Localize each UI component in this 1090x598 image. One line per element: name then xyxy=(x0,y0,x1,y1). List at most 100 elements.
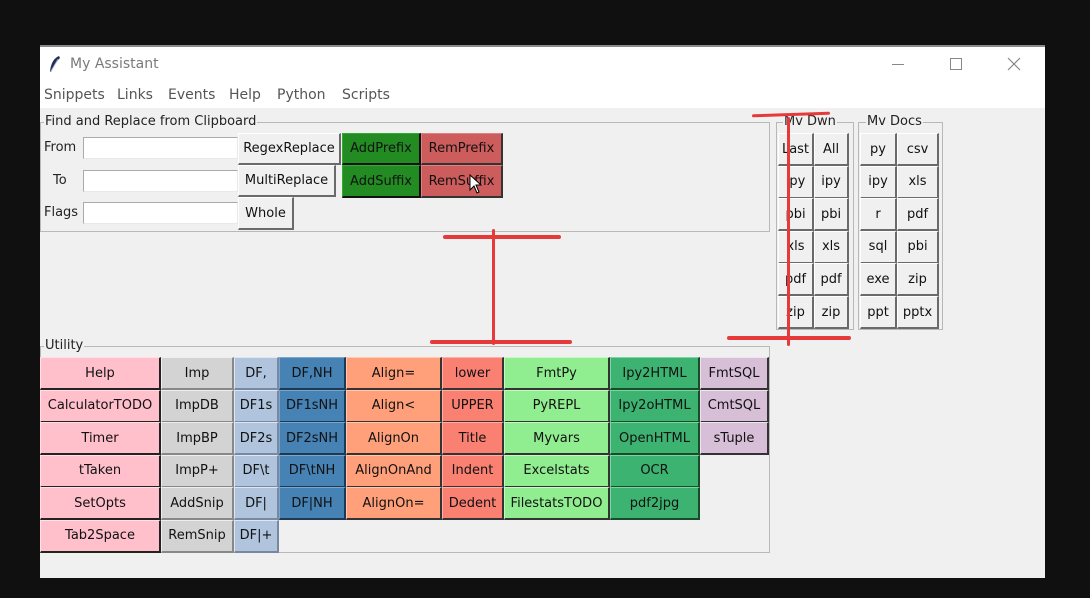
utility-button[interactable]: DF1sNH xyxy=(279,389,346,423)
utility-title: Utility xyxy=(44,338,85,353)
add-prefix-button[interactable]: AddPrefix xyxy=(342,133,421,165)
utility-button[interactable]: CalculatorTODO xyxy=(40,389,161,423)
mv-dwn-button[interactable]: Last xyxy=(778,133,814,166)
utility-button[interactable]: DF|+ xyxy=(234,519,279,553)
utility-button[interactable]: FmtSQL xyxy=(700,357,769,390)
menu-events[interactable]: Events xyxy=(168,87,215,103)
mv-dwn-button[interactable]: pbi xyxy=(778,198,814,232)
utility-button[interactable]: ImpBP xyxy=(161,422,234,455)
utility-button[interactable]: SetOpts xyxy=(40,487,161,520)
mv-dwn-button[interactable]: xls xyxy=(814,230,849,264)
mv-dwn-title: Mv Dwn xyxy=(783,114,837,129)
menu-python[interactable]: Python xyxy=(277,87,326,103)
find-replace-title: Find and Replace from Clipboard xyxy=(44,114,258,129)
mv-docs-button[interactable]: sql xyxy=(860,230,897,264)
utility-button[interactable]: sTuple xyxy=(700,422,769,455)
utility-button[interactable]: Align< xyxy=(346,389,442,423)
utility-button[interactable]: OCR xyxy=(610,454,700,488)
multi-replace-button[interactable]: MultiReplace xyxy=(238,165,336,197)
utility-button[interactable]: AddSnip xyxy=(161,487,234,520)
utility-button[interactable]: Indent xyxy=(442,454,504,488)
mv-docs-button[interactable]: r xyxy=(860,198,897,232)
from-label: From xyxy=(44,140,77,155)
mv-docs-button[interactable]: zip xyxy=(897,263,939,297)
utility-button[interactable]: pdf2jpg xyxy=(610,487,700,520)
annotation-stroke xyxy=(787,117,790,346)
rem-prefix-button[interactable]: RemPrefix xyxy=(421,133,503,165)
utility-button[interactable]: DF1s xyxy=(234,389,279,423)
utility-button[interactable]: RemSnip xyxy=(161,519,234,553)
maximize-button[interactable] xyxy=(927,47,985,81)
utility-button[interactable]: Imp xyxy=(161,357,234,390)
regex-replace-button[interactable]: RegexReplace xyxy=(238,133,341,165)
mv-docs-button[interactable]: py xyxy=(860,133,897,166)
mv-dwn-button[interactable]: ipy xyxy=(778,165,814,199)
menu-help[interactable]: Help xyxy=(229,87,261,103)
utility-button[interactable]: AlignOn xyxy=(346,422,442,455)
title-bar: My Assistant xyxy=(40,47,1045,81)
mv-dwn-button[interactable]: pdf xyxy=(778,263,814,297)
utility-button[interactable]: ImpDB xyxy=(161,389,234,423)
utility-button[interactable]: AlignOn= xyxy=(346,487,442,520)
flags-input[interactable] xyxy=(83,202,238,224)
utility-button[interactable]: AlignOnAnd xyxy=(346,454,442,488)
mv-docs-button[interactable]: ppt xyxy=(860,296,897,329)
utility-button[interactable]: PyREPL xyxy=(504,389,610,423)
mv-dwn-button[interactable]: ipy xyxy=(814,165,849,199)
utility-button[interactable]: Align= xyxy=(346,357,442,390)
utility-button[interactable]: DF|NH xyxy=(279,487,346,520)
mv-docs-button[interactable]: pptx xyxy=(897,296,939,329)
utility-button[interactable]: DF, xyxy=(234,357,279,390)
utility-button[interactable]: FilestatsTODO xyxy=(504,487,610,520)
utility-button[interactable]: FmtPy xyxy=(504,357,610,390)
add-suffix-button[interactable]: AddSuffix xyxy=(342,165,421,198)
utility-button[interactable]: ImpP+ xyxy=(161,454,234,488)
mv-dwn-button[interactable]: zip xyxy=(778,296,814,329)
utility-button[interactable]: Ipy2oHTML xyxy=(610,389,700,423)
utility-button[interactable]: DF\tNH xyxy=(279,454,346,488)
mv-dwn-button[interactable]: zip xyxy=(814,296,849,329)
rem-suffix-button[interactable]: RemSuffix xyxy=(421,165,503,198)
utility-button[interactable]: DF\t xyxy=(234,454,279,488)
utility-button[interactable]: Tab2Space xyxy=(40,519,161,553)
mv-dwn-button[interactable]: pdf xyxy=(814,263,849,297)
annotation-stroke xyxy=(443,235,561,239)
from-input[interactable] xyxy=(83,137,238,159)
utility-button[interactable]: lower xyxy=(442,357,504,390)
annotation-stroke xyxy=(430,340,572,344)
utility-button[interactable]: Myvars xyxy=(504,422,610,455)
mv-docs-button[interactable]: pdf xyxy=(897,198,939,232)
utility-button[interactable]: UPPER xyxy=(442,389,504,423)
utility-button[interactable]: Help xyxy=(40,357,161,390)
utility-button[interactable]: Timer xyxy=(40,422,161,455)
mv-dwn-button[interactable]: pbi xyxy=(814,198,849,232)
mv-docs-button[interactable]: xls xyxy=(897,165,939,199)
to-label: To xyxy=(53,173,67,188)
feather-icon xyxy=(50,56,60,72)
menu-snippets[interactable]: Snippets xyxy=(44,87,105,103)
utility-button[interactable]: Dedent xyxy=(442,487,504,520)
to-input[interactable] xyxy=(83,170,238,192)
utility-button[interactable]: Excelstats xyxy=(504,454,610,488)
utility-button[interactable]: Title xyxy=(442,422,504,455)
close-button[interactable] xyxy=(985,47,1043,81)
minimize-button[interactable] xyxy=(869,47,927,81)
mv-dwn-button[interactable]: All xyxy=(814,133,849,166)
app-window: My Assistant Snippets Links Events Help … xyxy=(40,47,1045,578)
mv-dwn-button[interactable]: xls xyxy=(778,230,814,264)
menu-scripts[interactable]: Scripts xyxy=(342,87,390,103)
utility-button[interactable]: OpenHTML xyxy=(610,422,700,455)
mv-docs-button[interactable]: pbi xyxy=(897,230,939,264)
mv-docs-button[interactable]: csv xyxy=(897,133,939,166)
utility-button[interactable]: DF2s xyxy=(234,422,279,455)
utility-button[interactable]: DF,NH xyxy=(279,357,346,390)
mv-docs-button[interactable]: ipy xyxy=(860,165,897,199)
whole-button[interactable]: Whole xyxy=(238,197,294,230)
utility-button[interactable]: tTaken xyxy=(40,454,161,488)
menu-links[interactable]: Links xyxy=(117,87,153,103)
utility-button[interactable]: Ipy2HTML xyxy=(610,357,700,390)
utility-button[interactable]: DF2sNH xyxy=(279,422,346,455)
utility-button[interactable]: DF| xyxy=(234,487,279,520)
utility-button[interactable]: CmtSQL xyxy=(700,389,769,423)
mv-docs-button[interactable]: exe xyxy=(860,263,897,297)
